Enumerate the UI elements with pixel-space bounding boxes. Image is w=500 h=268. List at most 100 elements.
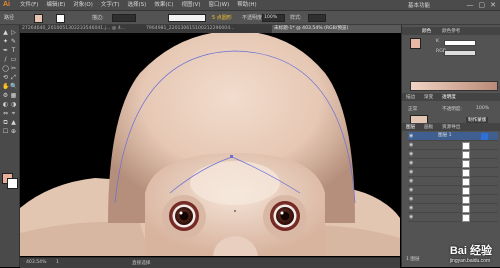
color-panel-fill[interactable]: [410, 38, 421, 49]
menu-file[interactable]: 文件(F): [20, 1, 38, 9]
menu-edit[interactable]: 编辑(E): [46, 1, 65, 9]
layer-row[interactable]: ◉: [408, 177, 498, 186]
doc-tab-1[interactable]: 27264640_2010051302233546041.j... @ 4...: [20, 25, 144, 33]
visibility-eye-icon[interactable]: ◉: [409, 133, 413, 139]
workspace-switcher[interactable]: 基本功能: [408, 1, 430, 9]
zoom-level[interactable]: 403.54%: [26, 260, 46, 265]
layer-row[interactable]: ◉: [408, 213, 498, 222]
visibility-eye-icon[interactable]: ◉: [409, 160, 413, 166]
menu-window[interactable]: 窗口(W): [209, 1, 230, 9]
lasso-tool-icon[interactable]: ✎: [10, 38, 17, 45]
profile-dropdown[interactable]: [168, 14, 206, 22]
layer-thumbnail: [462, 169, 470, 177]
layer-row[interactable]: ◉: [408, 159, 498, 168]
tab-color-guide[interactable]: 颜色参考: [442, 28, 460, 34]
blend-mode-value[interactable]: 正常: [408, 106, 417, 112]
menu-help[interactable]: 帮助(H): [237, 1, 256, 9]
blend-tool-icon[interactable]: ⊕: [10, 128, 17, 135]
layer-name[interactable]: 图层 1: [438, 133, 452, 139]
visibility-eye-icon[interactable]: ◉: [409, 205, 413, 211]
rgb-slider[interactable]: [444, 50, 476, 56]
direct-selection-tool-icon[interactable]: ▷: [10, 29, 17, 36]
shape-builder-tool-icon[interactable]: ▲: [10, 119, 17, 126]
menu-effect[interactable]: 效果(C): [154, 1, 173, 9]
ellipse-tool-icon[interactable]: ◯: [2, 65, 9, 72]
scissors-tool-icon[interactable]: ✂: [10, 65, 17, 72]
transparency-opacity-value[interactable]: 100%: [476, 106, 489, 111]
channel-label: K: [436, 39, 440, 44]
layer-row[interactable]: ◉: [408, 141, 498, 150]
symbol-tool-icon[interactable]: ⚙: [2, 92, 9, 99]
eyedropper-tool-icon[interactable]: ⌖: [10, 110, 17, 117]
type-tool-icon[interactable]: T: [10, 47, 17, 54]
pen-tool-icon[interactable]: ✒: [2, 47, 9, 54]
tab-stroke[interactable]: 描边: [406, 94, 415, 100]
page-number[interactable]: 1: [56, 260, 59, 265]
artboard-tool-icon[interactable]: ⧉: [2, 119, 9, 126]
layer-thumbnail: [462, 151, 470, 159]
menu-type[interactable]: 文字(T): [101, 1, 120, 9]
visibility-eye-icon[interactable]: ◉: [409, 142, 413, 148]
visibility-eye-icon[interactable]: ◉: [409, 214, 413, 220]
visibility-eye-icon[interactable]: ◉: [409, 151, 413, 157]
layers-panel-tabs: 图层 画板 资源导出: [402, 123, 500, 131]
slice-tool-icon[interactable]: ☐: [2, 128, 9, 135]
selection-tool-icon[interactable]: ▲: [2, 29, 9, 36]
menu-view[interactable]: 视图(V): [181, 1, 200, 9]
layer-row[interactable]: ◉: [408, 186, 498, 195]
fill-swatch[interactable]: [34, 14, 43, 23]
menu-object[interactable]: 对象(O): [73, 1, 93, 9]
layer-thumbnail: [462, 196, 470, 204]
visibility-eye-icon[interactable]: ◉: [409, 178, 413, 184]
visibility-eye-icon[interactable]: ◉: [409, 196, 413, 202]
tab-asset-export[interactable]: 资源导出: [442, 124, 460, 130]
magic-wand-tool-icon[interactable]: ✦: [2, 38, 9, 45]
width-tool-icon[interactable]: ⇔: [2, 110, 9, 117]
tab-layers[interactable]: 图层: [406, 124, 415, 130]
stroke-weight-field[interactable]: [112, 14, 136, 22]
layer-row[interactable]: ◉: [408, 150, 498, 159]
layer-row[interactable]: ◉: [408, 168, 498, 177]
visibility-eye-icon[interactable]: ◉: [409, 187, 413, 193]
layer-thumbnail: [462, 160, 470, 168]
watermark-main: Bai 经验: [449, 245, 492, 257]
stroke-swatch[interactable]: [56, 14, 65, 23]
transparency-panel-tabs: 描边 渐变 透明度: [402, 93, 500, 101]
scale-tool-icon[interactable]: ⤢: [10, 74, 17, 81]
layer-row[interactable]: ◉: [408, 204, 498, 213]
anchor-point[interactable]: [230, 155, 233, 158]
selection-indicator[interactable]: [481, 133, 488, 140]
doc-tab-2[interactable]: 7964981_220130615100212296004...: [144, 25, 272, 33]
rotate-tool-icon[interactable]: ⟲: [2, 74, 9, 81]
graphic-style-dropdown[interactable]: [308, 14, 326, 22]
minimize-icon[interactable]: —: [467, 1, 474, 9]
zoom-tool-icon[interactable]: 🔍: [10, 83, 17, 90]
visibility-eye-icon[interactable]: ◉: [409, 169, 413, 175]
tab-artboards[interactable]: 画板: [424, 124, 433, 130]
layer-thumbnail: [462, 214, 470, 222]
opacity-field[interactable]: 100%: [262, 14, 285, 22]
rectangle-tool-icon[interactable]: ▭: [10, 56, 17, 63]
layer-thumbnail: [462, 205, 470, 213]
layer-row[interactable]: ◉: [408, 195, 498, 204]
tab-gradient[interactable]: 渐变: [424, 94, 433, 100]
tab-color[interactable]: 颜色: [422, 28, 431, 34]
maximize-icon[interactable]: ▢: [479, 1, 486, 9]
channel-slider[interactable]: [444, 40, 476, 46]
line-tool-icon[interactable]: /: [2, 56, 9, 63]
illustration: [20, 33, 400, 256]
gradient-tool-icon[interactable]: ◐: [2, 101, 9, 108]
layer-row[interactable]: ◉ 图层 1: [408, 132, 498, 141]
artboard-canvas[interactable]: [20, 33, 400, 256]
menu-select[interactable]: 选择(S): [128, 1, 147, 9]
doc-tab-active[interactable]: 未标题-1* @ 403.54% (RGB/预览): [272, 25, 402, 33]
color-spectrum-bar[interactable]: [410, 81, 498, 91]
tab-transparency[interactable]: 透明度: [442, 94, 456, 100]
mesh-tool-icon[interactable]: ◑: [10, 101, 17, 108]
layer-thumbnail: [462, 142, 470, 150]
stroke-color-box[interactable]: [7, 178, 18, 189]
right-eye-highlight: [280, 211, 284, 215]
graph-tool-icon[interactable]: ▦: [10, 92, 17, 99]
hand-tool-icon[interactable]: ✋: [2, 83, 9, 90]
close-icon[interactable]: ✕: [490, 1, 496, 9]
